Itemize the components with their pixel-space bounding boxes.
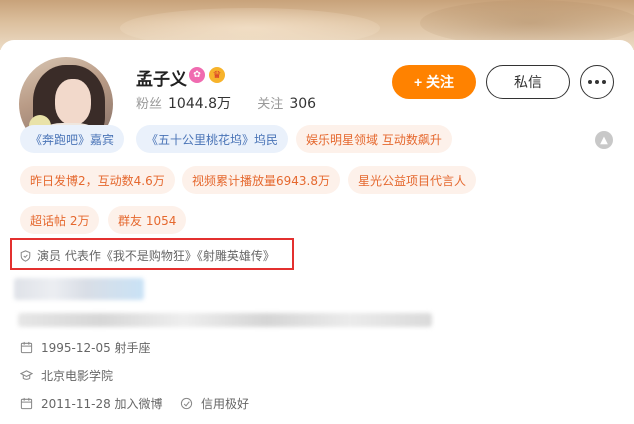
vip-icon[interactable]: ✿ <box>189 67 205 83</box>
redacted-text <box>14 278 144 300</box>
joined-text: 2011-11-28 加入微博 <box>41 397 163 411</box>
followers-label: 粉丝 <box>136 97 163 112</box>
birthday-row: 1995-12-05 射手座 <box>20 339 151 356</box>
calendar-icon <box>20 341 33 354</box>
more-options-button[interactable] <box>580 65 614 99</box>
tag-video-views[interactable]: 视频累计播放量6943.8万 <box>182 166 340 194</box>
school-text[interactable]: 北京电影学院 <box>41 367 113 384</box>
tag-trending[interactable]: 娱乐明星领域 互动数飙升 <box>296 125 452 153</box>
credit-icon <box>180 397 193 410</box>
message-button[interactable]: 私信 <box>486 65 570 99</box>
credit-row: 信用极好 <box>180 395 249 412</box>
profile-card: V 孟子义 ✿ ♛ 粉丝1044.8万 关注306 + 关注 私信 《奔跑吧》嘉… <box>0 40 634 424</box>
follow-button[interactable]: + 关注 <box>392 65 476 99</box>
following-label: 关注 <box>257 97 284 112</box>
shield-icon <box>20 249 31 262</box>
profile-name: 孟子义 <box>136 70 187 90</box>
followers-count: 1044.8万 <box>168 96 232 112</box>
dot-icon <box>602 80 606 84</box>
tag-group-friends[interactable]: 群友 1054 <box>108 206 187 234</box>
following-stat[interactable]: 关注 306 <box>257 96 317 112</box>
tag-posts-yesterday[interactable]: 昨日发博2，互动数4.6万 <box>20 166 175 194</box>
profile-stats: 粉丝 1044.8万 关注 306 <box>136 93 316 113</box>
school-row: 北京电影学院 <box>20 367 113 384</box>
redacted-text <box>18 313 432 327</box>
certification-text: 演员 代表作《我不是购物狂》《射雕英雄传》 <box>37 249 275 263</box>
crown-icon[interactable]: ♛ <box>209 67 225 83</box>
credit-text[interactable]: 信用极好 <box>201 395 249 412</box>
following-count: 306 <box>289 96 317 112</box>
graduation-cap-icon <box>20 370 33 380</box>
certification-row: 演员 代表作《我不是购物狂》《射雕英雄传》 <box>20 247 275 264</box>
joined-row: 2011-11-28 加入微博 <box>20 395 163 412</box>
tag-charity[interactable]: 星光公益项目代言人 <box>348 166 477 194</box>
tag-taohuawu[interactable]: 《五十公里桃花坞》坞民 <box>136 125 289 153</box>
followers-stat[interactable]: 粉丝 1044.8万 <box>136 96 235 112</box>
chevron-up-icon[interactable]: ▲ <box>595 131 613 149</box>
tag-running-man[interactable]: 《奔跑吧》嘉宾 <box>20 125 125 153</box>
avatar-face <box>55 79 91 125</box>
dot-icon <box>588 80 592 84</box>
tag-super-topic[interactable]: 超话帖 2万 <box>20 206 100 234</box>
dot-icon <box>595 80 599 84</box>
birthday-text: 1995-12-05 射手座 <box>41 341 151 355</box>
calendar-icon <box>20 397 33 410</box>
